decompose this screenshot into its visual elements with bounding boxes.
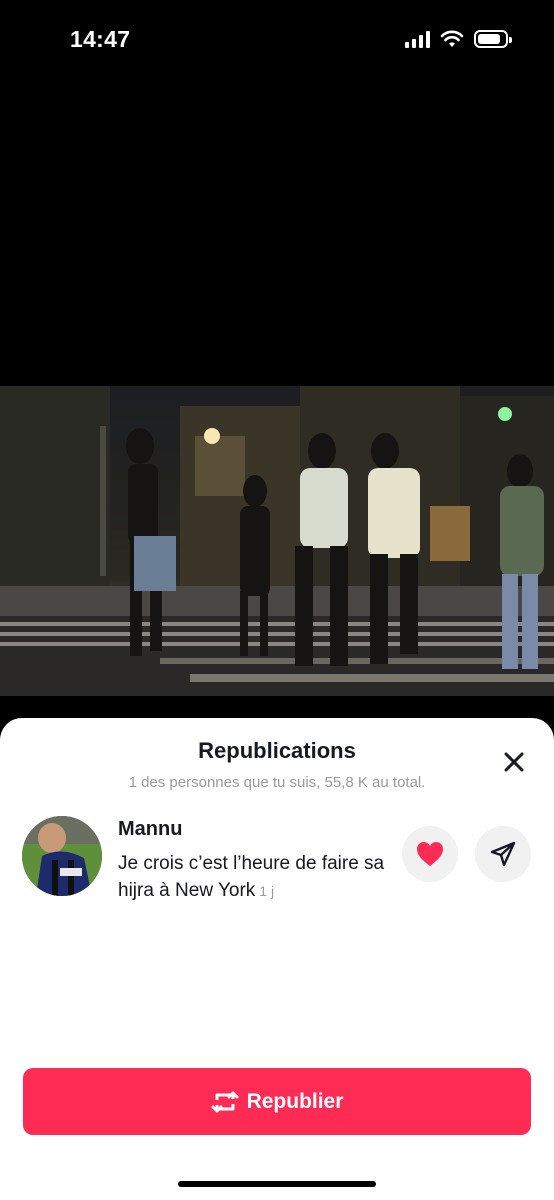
sheet-title: Republications <box>198 738 356 763</box>
send-icon <box>490 841 516 867</box>
comment-text: Je crois c’est l’heure de faire sa hijra… <box>118 853 385 901</box>
close-icon <box>504 752 524 772</box>
status-bar: 14:47 <box>0 0 554 80</box>
home-indicator[interactable] <box>178 1181 376 1187</box>
avatar[interactable] <box>22 816 102 896</box>
repost-item[interactable]: Mannu Je crois c’est l’heure de faire sa… <box>0 814 554 914</box>
status-icons <box>405 30 512 48</box>
status-time: 14:47 <box>70 26 131 52</box>
video-scene <box>0 386 554 696</box>
send-button[interactable] <box>475 826 531 882</box>
comment-time: 1 j <box>259 883 275 899</box>
wifi-icon <box>440 30 464 47</box>
battery-icon <box>474 30 512 48</box>
user-name[interactable]: Mannu <box>118 818 182 841</box>
republish-button[interactable]: Republier <box>23 1068 531 1135</box>
sheet-subtitle: 1 des personnes que tu suis, 55,8 K au t… <box>128 774 426 791</box>
republish-label: Republier <box>246 1089 344 1113</box>
close-button[interactable] <box>500 748 528 776</box>
repost-icon <box>211 1091 239 1112</box>
repost-comment: Je crois c’est l’heure de faire sa hijra… <box>118 850 388 905</box>
screen: 14:47 Republications 1 des personnes que… <box>0 0 554 1200</box>
reposts-sheet: Republications 1 des personnes que tu su… <box>0 718 554 1200</box>
avatar-image <box>22 816 102 896</box>
video-frame[interactable] <box>0 386 554 696</box>
heart-icon <box>417 842 443 866</box>
signal-icon <box>405 30 430 48</box>
like-button[interactable] <box>402 826 458 882</box>
